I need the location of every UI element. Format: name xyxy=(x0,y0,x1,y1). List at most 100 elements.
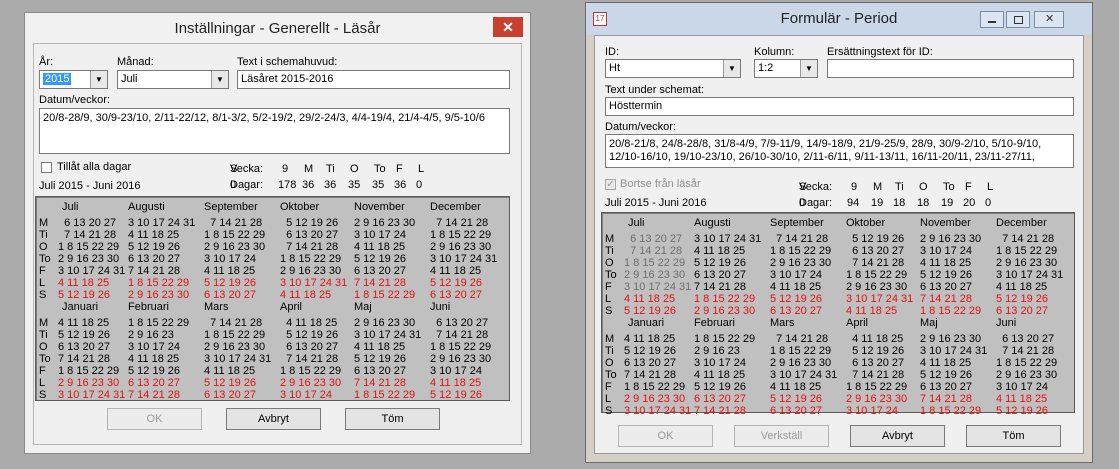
week-row: 4 11 18 25 xyxy=(694,245,746,257)
week-row: 7 14 21 28 xyxy=(846,257,905,269)
week-row: 6 13 20 27 xyxy=(354,365,406,377)
calendar-month: Augusti 3 10 17 24 31 4 11 18 25 5 12 19 26… xyxy=(694,217,772,317)
calendar-month: Mars 7 14 21 28 1 8 15 22 29 2 9 16 23 30 3… xyxy=(204,301,280,401)
column-select[interactable]: 1:2 ▼ xyxy=(754,59,818,78)
chevron-down-icon[interactable]: ▼ xyxy=(211,71,228,88)
cancel-button[interactable]: Avbryt xyxy=(226,408,321,430)
week-row: 4 11 18 25 xyxy=(996,393,1048,405)
week-row: 5 12 19 26 xyxy=(694,257,746,269)
weekday-label: O xyxy=(39,341,48,353)
stat-text: 36 xyxy=(394,179,407,191)
week-row: 7 14 21 28 xyxy=(920,393,972,405)
stat-text: 18 xyxy=(917,197,930,209)
year-value: 2015 xyxy=(43,73,72,85)
close-icon[interactable]: ✕ xyxy=(1034,11,1064,28)
week-row: 7 14 21 28 xyxy=(770,233,829,245)
month-label: Månad: xyxy=(117,56,154,68)
maximize-icon[interactable] xyxy=(1006,11,1030,28)
clear-button[interactable]: Töm xyxy=(345,408,440,430)
week-row: 5 12 19 26 xyxy=(128,241,180,253)
month-name: Oktober xyxy=(846,217,886,229)
calendar-month: Februari 1 8 15 22 29 2 9 16 23 3 10 17 24 4… xyxy=(128,301,206,401)
stat-text: F xyxy=(396,163,403,175)
month-name: December xyxy=(996,217,1047,229)
week-row: 5 12 19 26 xyxy=(430,277,482,289)
text-under-input[interactable]: Hösttermin xyxy=(605,97,1074,116)
week-row: 7 14 21 28 xyxy=(280,241,339,253)
chevron-down-icon[interactable]: ▼ xyxy=(90,71,107,88)
week-row: 5 12 19 26 xyxy=(624,345,676,357)
week-row: 2 9 16 23 30 xyxy=(128,289,190,301)
calendar-month: April 4 11 18 25 5 12 19 26 6 13 20 27 7… xyxy=(846,317,920,417)
week-row: 6 13 20 27 xyxy=(694,393,746,405)
exclude-school-year-checkbox[interactable]: ✓ xyxy=(605,179,616,190)
weekday-label: To xyxy=(605,269,617,281)
month-name: Juli xyxy=(62,201,79,213)
week-row: 7 14 21 28 xyxy=(354,377,406,389)
year-select[interactable]: 2015 ▼ xyxy=(39,70,108,89)
stat-text: O xyxy=(350,163,359,175)
apply-button[interactable]: Verkställ xyxy=(734,425,829,447)
ok-button[interactable]: OK xyxy=(107,408,202,430)
stat-text: M xyxy=(304,163,314,175)
allow-all-days-checkbox[interactable] xyxy=(41,162,52,173)
stat-text: Ti xyxy=(895,181,904,193)
stat-text: 94 xyxy=(847,197,860,209)
weekday-label: S xyxy=(39,289,47,301)
cancel-button[interactable]: Avbryt xyxy=(850,425,945,447)
stat-text: To xyxy=(943,181,955,193)
ok-button[interactable]: OK xyxy=(618,425,713,447)
stat-text: 178 xyxy=(278,179,297,191)
chevron-down-icon[interactable]: ▼ xyxy=(800,60,817,77)
month-name: September xyxy=(204,201,258,213)
week-row: 6 13 20 27 xyxy=(280,229,339,241)
id-label: ID: xyxy=(605,46,620,58)
week-row: 6 13 20 27 xyxy=(694,269,746,281)
chevron-down-icon[interactable]: ▼ xyxy=(723,60,740,77)
stat-text: 35 xyxy=(348,179,361,191)
header-text-input[interactable]: Läsåret 2015-2016 xyxy=(237,70,510,89)
id-select[interactable]: Ht ▼ xyxy=(605,59,741,78)
week-row: 7 14 21 28 xyxy=(846,369,905,381)
replacement-input[interactable] xyxy=(827,59,1074,78)
week-row: 6 13 20 27 xyxy=(354,265,406,277)
stat-text: 0 xyxy=(416,179,423,191)
stat-text: 36 xyxy=(324,179,337,191)
calendar-month: Maj 2 9 16 23 30 3 10 17 24 31 4 11 18 25 5 … xyxy=(920,317,996,417)
stat-text: 0 xyxy=(799,197,806,209)
minimize-icon[interactable] xyxy=(980,11,1004,28)
week-row: 6 13 20 27 xyxy=(128,253,180,265)
calendar-month: April 4 11 18 25 5 12 19 26 6 13 20 27 7… xyxy=(280,301,354,401)
close-icon[interactable]: ✕ xyxy=(493,17,523,37)
weekday-label: Ti xyxy=(39,229,48,241)
month-select[interactable]: Juli ▼ xyxy=(117,70,229,89)
month-name: Mars xyxy=(204,301,229,313)
week-row: 3 10 17 24 xyxy=(430,365,482,377)
week-row: 1 8 15 22 29 xyxy=(996,357,1058,369)
week-row: 3 10 17 24 xyxy=(996,381,1048,393)
week-row: 3 10 17 24 xyxy=(694,357,746,369)
week-row: 2 9 16 23 30 xyxy=(624,269,686,281)
week-row: 6 13 20 27 xyxy=(920,281,972,293)
week-row: 6 13 20 27 xyxy=(128,377,180,389)
settings-titlebar: Inställningar - Generellt - Läsår ✕ xyxy=(25,13,530,43)
period-titlebar: 17 Formulär - Period ✕ xyxy=(586,3,1092,35)
week-row: 1 8 15 22 29 xyxy=(770,245,832,257)
month-name: Januari xyxy=(628,317,665,329)
week-row: 3 10 17 24 31 xyxy=(996,269,1064,281)
week-row: 2 9 16 23 30 xyxy=(354,317,416,329)
dates-line: 20/8-21/8, 24/8-28/8, 31/8-4/9, 7/9-11/9… xyxy=(609,138,1042,150)
week-row: 5 12 19 26 xyxy=(280,217,339,229)
dates-textarea[interactable]: 20/8-21/8, 24/8-28/8, 31/8-4/9, 7/9-11/9… xyxy=(605,134,1074,168)
month-name: Juli xyxy=(628,217,645,229)
id-value: Ht xyxy=(609,62,620,74)
week-row: 1 8 15 22 29 xyxy=(128,277,190,289)
week-row: 2 9 16 23 30 xyxy=(996,369,1058,381)
stat-text: Ti xyxy=(326,163,335,175)
dates-textarea[interactable]: 20/8-28/9, 30/9-23/10, 2/11-22/12, 8/1-3… xyxy=(39,108,510,154)
weekday-label: M xyxy=(39,317,49,329)
clear-button[interactable]: Töm xyxy=(966,425,1061,447)
month-name: Juni xyxy=(430,301,451,313)
week-row: 2 9 16 23 30 xyxy=(996,257,1058,269)
week-row: 4 11 18 25 xyxy=(624,333,676,345)
